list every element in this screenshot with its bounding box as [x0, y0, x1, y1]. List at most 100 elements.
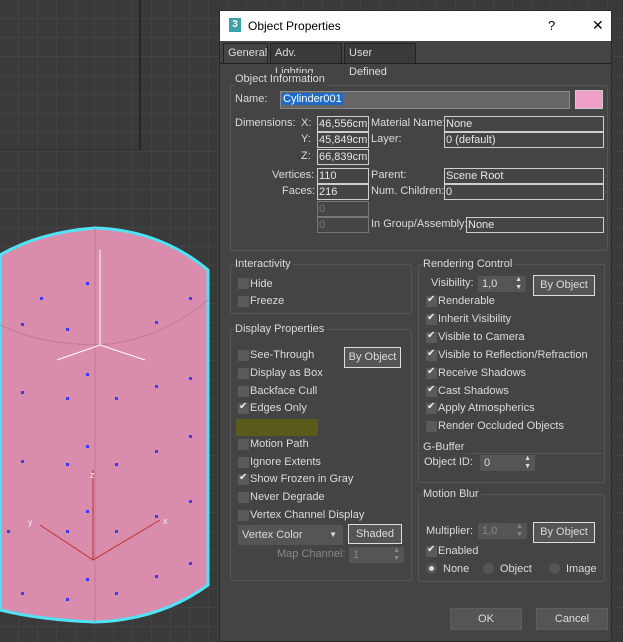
display-label: Motion Path — [250, 438, 309, 450]
rendering-checkbox-3[interactable] — [426, 348, 437, 361]
svg-text:y: y — [28, 517, 33, 527]
rendering-checkbox-5[interactable] — [426, 384, 437, 397]
vertices-field: 110 — [317, 168, 369, 184]
radio-none[interactable] — [426, 563, 437, 574]
spinner-value: 1,0 — [482, 278, 498, 290]
spinner-value: 1 — [353, 549, 360, 561]
display-label: Show Frozen in Gray — [250, 473, 354, 485]
dimensions-label: Dimensions: — [235, 117, 296, 129]
group-assembly-label: In Group/Assembly: — [371, 218, 468, 230]
tab-adv-lighting[interactable]: Adv. Lighting — [270, 43, 342, 78]
object-id-spinner[interactable]: 0 ▲ ▼ — [480, 455, 535, 471]
object-id-label: Object ID: — [424, 456, 473, 468]
spinner-arrows-icon: ▲ ▼ — [524, 455, 531, 470]
vertex-ticks-highlight — [236, 419, 318, 436]
rendering-by-object-button[interactable]: By Object — [533, 275, 595, 296]
children-label: Num. Children: — [371, 185, 445, 197]
rendering-checkbox-1[interactable] — [426, 312, 437, 325]
rendering-label: Inherit Visibility — [438, 313, 512, 325]
display-label: Ignore Extents — [250, 456, 321, 468]
display-label: Vertex Channel Display — [250, 509, 365, 521]
x-label: X: — [301, 117, 312, 129]
cylinder-object: z y x — [0, 226, 210, 624]
display-checkbox-6[interactable] — [238, 457, 249, 468]
ok-button[interactable]: OK — [450, 608, 522, 630]
layer-label: Layer: — [371, 133, 402, 145]
display-checkbox-7[interactable] — [238, 472, 249, 485]
multiplier-label: Multiplier: — [426, 525, 474, 537]
rendering-label: Render Occluded Objects — [438, 420, 564, 432]
vertex-color-dropdown[interactable]: Vertex Color ▼ — [238, 525, 343, 545]
radio-image[interactable] — [549, 563, 560, 574]
svg-text:x: x — [163, 516, 168, 526]
dropdown-value: Vertex Color — [242, 529, 303, 541]
radio-none-label: None — [443, 563, 470, 575]
display-checkbox-8[interactable] — [238, 492, 249, 503]
radio-image-label: Image — [566, 563, 597, 575]
freeze-checkbox[interactable] — [238, 296, 249, 307]
display-label: Edges Only — [250, 402, 307, 414]
close-button[interactable]: ✕ — [592, 17, 604, 34]
rendering-checkbox-2[interactable] — [426, 330, 437, 343]
rendering-checkbox-6[interactable] — [426, 401, 437, 414]
hide-checkbox[interactable] — [238, 278, 249, 289]
group-assembly-field: None — [466, 217, 604, 233]
spinner-arrows-icon: ▲ ▼ — [516, 523, 523, 538]
dimension-z-field: 66,839cm — [317, 149, 369, 165]
rendering-label: Receive Shadows — [438, 367, 527, 379]
shaded-button[interactable]: Shaded — [348, 524, 402, 544]
display-label: Backface Cull — [250, 385, 318, 397]
display-label: Display as Box — [250, 367, 323, 379]
rendering-label: Apply Atmospherics — [438, 402, 535, 414]
app-icon: 3 — [229, 18, 241, 32]
display-checkbox-3[interactable] — [238, 401, 249, 414]
tab-general[interactable]: General — [223, 43, 268, 63]
motion-blur-by-object-button[interactable]: By Object — [533, 522, 595, 543]
rendering-label: Visible to Camera — [438, 331, 525, 343]
display-checkbox-1[interactable] — [238, 368, 249, 379]
enabled-checkbox[interactable] — [426, 544, 437, 557]
group-title: Motion Blur — [423, 488, 481, 501]
title-bar: 3 Object Properties ? ✕ — [220, 11, 611, 41]
display-by-object-button[interactable]: By Object — [344, 347, 401, 368]
display-label: Never Degrade — [250, 491, 325, 503]
svg-text:z: z — [90, 470, 95, 480]
spinner-arrows-icon: ▲ ▼ — [515, 276, 522, 291]
radio-object-label: Object — [500, 563, 532, 575]
help-button[interactable]: ? — [548, 18, 555, 33]
spinner-value: 1,0 — [482, 525, 498, 537]
name-label: Name: — [235, 93, 268, 105]
faces-field: 216 — [317, 184, 369, 200]
enabled-label: Enabled — [438, 545, 479, 557]
z-label: Z: — [301, 150, 311, 162]
map-channel-spinner[interactable]: 1 ▲ ▼ — [349, 547, 404, 563]
spinner-arrows-icon: ▲ ▼ — [393, 547, 400, 562]
parent-label: Parent: — [371, 169, 407, 181]
material-field: None — [444, 116, 604, 132]
freeze-label: Freeze — [250, 295, 285, 307]
cancel-button[interactable]: Cancel — [536, 608, 608, 630]
rendering-checkbox-4[interactable] — [426, 366, 437, 379]
dimension-x-field: 46,556cm — [317, 116, 369, 132]
object-color-swatch[interactable] — [575, 90, 603, 109]
name-input[interactable]: Cylinder001 — [280, 91, 570, 109]
display-checkbox-2[interactable] — [238, 386, 249, 397]
visibility-label: Visibility: — [431, 277, 474, 289]
rendering-checkbox-7[interactable] — [426, 421, 437, 432]
display-checkbox-5[interactable] — [238, 439, 249, 450]
group-title: Interactivity — [235, 258, 293, 271]
rendering-checkbox-0[interactable] — [426, 294, 437, 307]
map-channel-label: Map Channel: — [277, 548, 346, 560]
vertices-label: Vertices: — [272, 169, 315, 181]
rendering-label: Cast Shadows — [438, 385, 509, 397]
display-checkbox-9[interactable] — [238, 510, 249, 521]
parent-field: Scene Root — [444, 168, 604, 184]
dimension-y-field: 45,849cm — [317, 132, 369, 148]
visibility-spinner[interactable]: 1,0 ▲ ▼ — [478, 276, 526, 292]
layer-field: 0 (default) — [444, 132, 604, 148]
group-title: Display Properties — [235, 323, 327, 336]
display-checkbox-0[interactable] — [238, 350, 249, 361]
radio-object[interactable] — [483, 563, 494, 574]
multiplier-spinner[interactable]: 1,0 ▲ ▼ — [478, 523, 527, 539]
tab-user-defined[interactable]: User Defined — [344, 43, 416, 78]
